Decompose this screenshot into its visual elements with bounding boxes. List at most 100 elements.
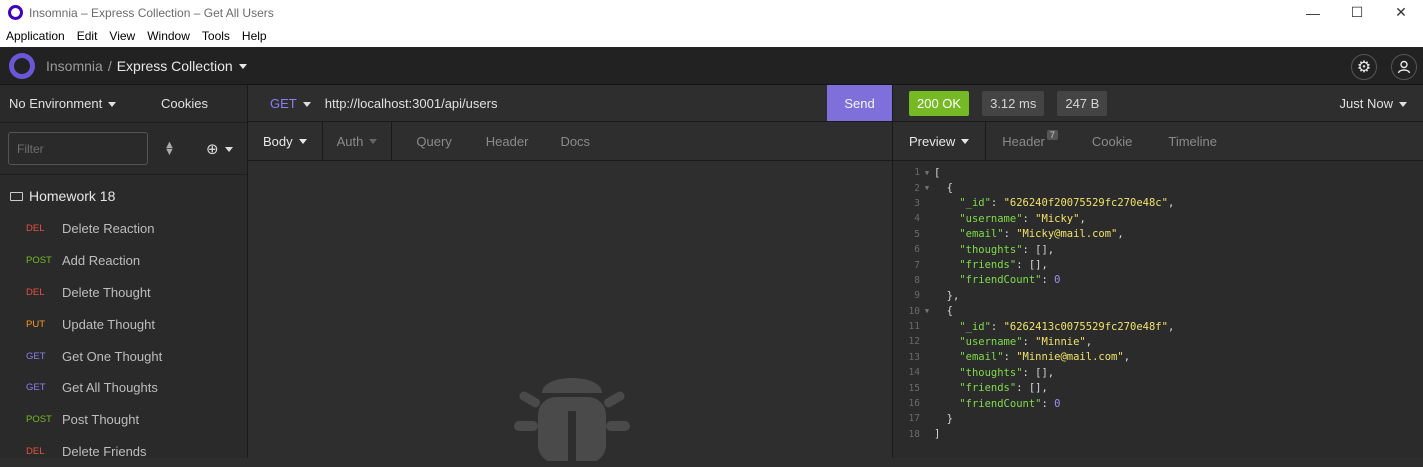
status-badge: 200 OK xyxy=(909,90,970,116)
account-button[interactable] xyxy=(1391,54,1417,80)
tab-body[interactable]: Body xyxy=(248,122,323,160)
code-text: "_id": "626240f20075529fc270e48c", xyxy=(959,197,1175,210)
method-badge: POST xyxy=(26,414,52,426)
code-line: 2 ▼ { xyxy=(893,180,1423,195)
code-line: 10 ▼ { xyxy=(893,304,1423,319)
menu-view[interactable]: View xyxy=(103,29,141,43)
sidebar-request-item[interactable]: POST Add Reaction xyxy=(0,245,247,277)
code-text: }, xyxy=(934,289,960,302)
environment-row: No Environment Cookies xyxy=(0,85,247,123)
method-badge: DEL xyxy=(26,223,45,235)
chevron-down-icon xyxy=(369,138,378,144)
tab-preview-label: Preview xyxy=(909,133,956,149)
code-line: 14 "thoughts": [], xyxy=(893,365,1423,380)
line-number: 4 xyxy=(914,213,920,225)
close-button[interactable]: ✕ xyxy=(1379,0,1423,25)
fold-arrow-icon[interactable]: ▼ xyxy=(920,169,934,177)
tab-docs[interactable]: Docs xyxy=(544,122,606,160)
code-text: { xyxy=(934,305,953,318)
method-selector[interactable]: GET xyxy=(270,96,311,111)
code-line: 8 "friendCount": 0 xyxy=(893,273,1423,288)
response-time-badge: 3.12 ms xyxy=(982,90,1045,116)
cookies-button[interactable]: Cookies xyxy=(161,96,208,111)
fold-arrow-icon[interactable]: ▼ xyxy=(920,307,934,315)
request-name: Update Thought xyxy=(62,316,155,332)
chevron-down-icon xyxy=(302,101,311,107)
sidebar-request-item[interactable]: DEL Delete Friends xyxy=(0,436,247,467)
sidebar-request-item[interactable]: POST Post Thought xyxy=(0,404,247,436)
menu-window[interactable]: Window xyxy=(141,29,196,43)
menu-application[interactable]: Application xyxy=(0,29,71,43)
code-line: 18] xyxy=(893,427,1423,442)
tab-response-header[interactable]: Header 7 xyxy=(986,122,1074,160)
request-body-panel xyxy=(248,161,892,461)
request-tabs: Body Auth Query Header Docs xyxy=(248,122,892,161)
line-number: 7 xyxy=(914,259,920,271)
settings-button[interactable]: ⚙ xyxy=(1351,54,1377,80)
menu-edit[interactable]: Edit xyxy=(71,29,104,43)
request-name: Post Thought xyxy=(62,412,140,428)
chevron-down-icon xyxy=(298,138,307,144)
tab-auth[interactable]: Auth xyxy=(323,122,393,160)
tab-header[interactable]: Header xyxy=(468,122,545,160)
code-line: 7 "friends": [], xyxy=(893,257,1423,272)
folder-open-icon xyxy=(10,191,23,201)
sidebar: No Environment Cookies ▲▼ ⊕ Homework 18 … xyxy=(0,85,248,459)
response-preview[interactable]: 1 ▼[2 ▼ {3 "_id": "626240f20075529fc270e48… xyxy=(892,161,1423,458)
sort-icon[interactable]: ▲ ▼ xyxy=(164,139,175,157)
folder-homework-18[interactable]: Homework 18 xyxy=(0,179,247,213)
code-line: 3 "_id": "626240f20075529fc270e48c", xyxy=(893,196,1423,211)
fold-arrow-icon[interactable]: ▼ xyxy=(920,184,934,192)
line-number: 11 xyxy=(908,321,920,333)
code-text: "email": "Micky@mail.com", xyxy=(959,228,1124,241)
request-name: Delete Friends xyxy=(62,443,147,459)
sidebar-request-item[interactable]: GET Get All Thoughts xyxy=(0,372,247,404)
code-text: "friendCount": 0 xyxy=(959,274,1061,287)
sidebar-request-item[interactable]: PUT Update Thought xyxy=(0,308,247,340)
filter-input[interactable] xyxy=(8,132,148,165)
menu-tools[interactable]: Tools xyxy=(196,29,236,43)
tab-timeline[interactable]: Timeline xyxy=(1148,122,1233,160)
header-count-badge: 7 xyxy=(1046,130,1058,140)
tab-query[interactable]: Query xyxy=(392,122,467,160)
line-number: 16 xyxy=(908,398,920,410)
line-number: 8 xyxy=(914,274,920,286)
url-input[interactable]: http://localhost:3001/api/users xyxy=(325,96,498,111)
chevron-down-icon[interactable] xyxy=(238,64,247,70)
send-button[interactable]: Send xyxy=(827,85,892,121)
tab-auth-label: Auth xyxy=(336,133,364,149)
line-number: 6 xyxy=(914,244,920,256)
line-number: 13 xyxy=(908,351,920,363)
method-label: GET xyxy=(270,95,297,111)
method-badge: GET xyxy=(26,382,46,394)
insomnia-logo-icon xyxy=(9,52,35,79)
url-bar: GET http://localhost:3001/api/users xyxy=(248,85,892,122)
code-line: 16 "friendCount": 0 xyxy=(893,396,1423,411)
method-badge: PUT xyxy=(26,318,45,330)
sidebar-request-item[interactable]: DEL Delete Reaction xyxy=(0,213,247,245)
code-text: "_id": "6262413c0075529fc270e48f", xyxy=(959,320,1175,333)
response-status-bar: 200 OK 3.12 ms 247 B Just Now xyxy=(892,85,1423,122)
environment-selector[interactable]: No Environment xyxy=(9,96,161,111)
window-titlebar: Insomnia – Express Collection – Get All … xyxy=(0,0,1423,25)
menu-help[interactable]: Help xyxy=(236,29,273,43)
line-number: 2 xyxy=(914,182,920,194)
method-badge: DEL xyxy=(26,286,45,298)
line-number: 17 xyxy=(908,413,920,425)
sidebar-request-item[interactable]: DEL Delete Thought xyxy=(0,277,247,309)
maximize-button[interactable]: ☐ xyxy=(1335,0,1379,25)
breadcrumb-root[interactable]: Insomnia xyxy=(46,58,103,74)
tab-preview[interactable]: Preview xyxy=(893,122,987,160)
history-dropdown[interactable]: Just Now xyxy=(1340,96,1407,111)
sidebar-request-item[interactable]: GET Get One Thought xyxy=(0,340,247,372)
request-list: DEL Delete Reaction POST Add Reaction DEL Del… xyxy=(0,213,247,467)
code-text: "friendCount": 0 xyxy=(959,397,1061,410)
code-text: "friends": [], xyxy=(959,259,1048,272)
breadcrumb-current[interactable]: Express Collection xyxy=(117,58,233,74)
add-request-button[interactable]: ⊕ xyxy=(206,140,233,158)
request-name: Delete Thought xyxy=(62,284,151,300)
tab-cookie[interactable]: Cookie xyxy=(1074,122,1148,160)
minimize-button[interactable]: — xyxy=(1291,0,1335,25)
insomnia-logo-icon xyxy=(8,5,23,20)
code-text: ] xyxy=(934,428,941,441)
